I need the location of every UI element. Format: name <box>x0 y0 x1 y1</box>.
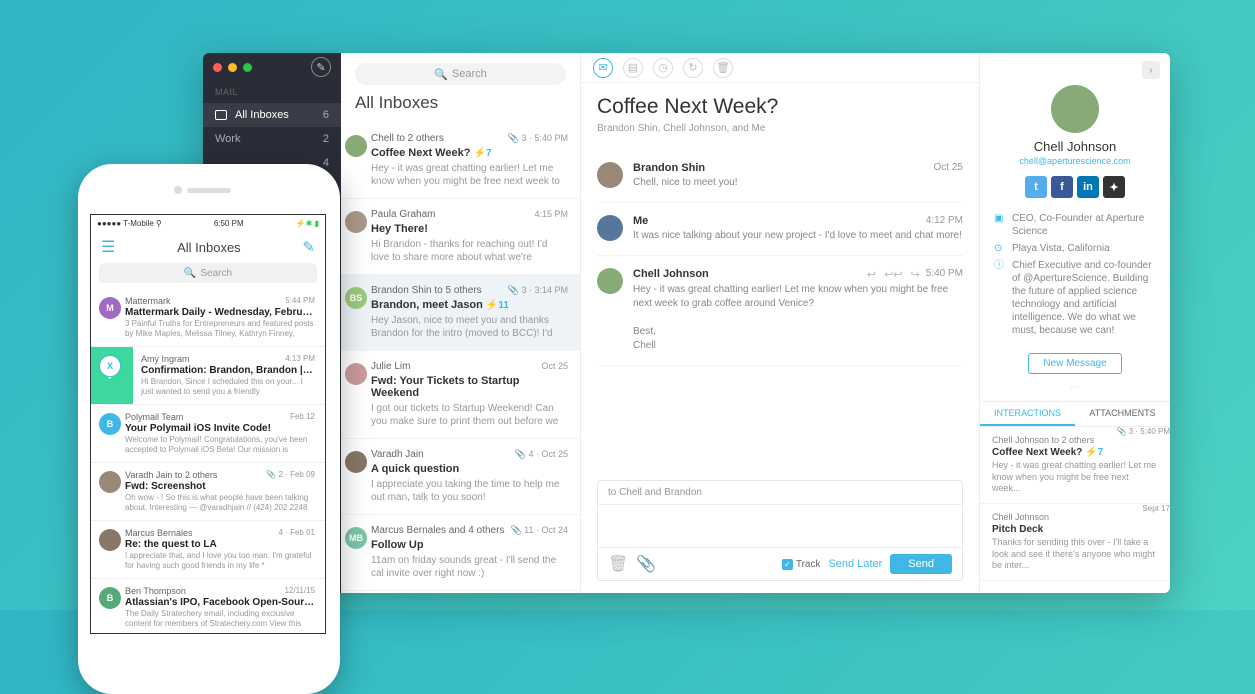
search-icon: 🔍 <box>184 268 196 279</box>
sidebar-item-count: 6 <box>323 109 329 121</box>
contact-name: Chell Johnson <box>980 139 1170 154</box>
thread-message[interactable]: Me4:12 PMIt was nice talking about your … <box>597 203 963 256</box>
social-link[interactable]: ✦ <box>1103 176 1125 198</box>
contact-pane: › Chell Johnson chell@aperturescience.co… <box>980 53 1170 593</box>
thread-pane: ✉ ▤ ◷ ↻ 🗑 Coffee Next Week? Brandon Shin… <box>581 53 980 593</box>
phone-message-item[interactable]: Marcus Bernales4 · Feb 01Re: the quest t… <box>91 521 325 579</box>
forward-icon[interactable]: ↪ <box>911 268 920 281</box>
reply-composer: to Chell and Brandon 🗑 📎 ✓Track Send Lat… <box>597 480 963 581</box>
message-item[interactable]: Paula Graham4:15 PMHey There!Hi Brandon … <box>341 199 580 275</box>
send-button[interactable]: Send <box>890 554 952 574</box>
window-titlebar: ✎ <box>203 53 341 81</box>
new-message-button[interactable]: New Message <box>1028 353 1121 374</box>
maximize-window-button[interactable] <box>243 63 252 72</box>
sidebar-item-count: 2 <box>323 133 329 145</box>
social-link[interactable]: in <box>1077 176 1099 198</box>
message-item[interactable]: BSBrandon Shin to 5 others📎 3 · 3:14 PMB… <box>341 275 580 351</box>
contact-bio: Chief Executive and co-founder of @Apert… <box>1012 259 1156 337</box>
interaction-item[interactable]: Chell JohnsonSept 17Pitch DeckThanks for… <box>980 504 1170 581</box>
contact-location: Playa Vista, California <box>1012 242 1110 255</box>
more-icon[interactable]: ⋯ <box>980 382 1170 393</box>
inbox-icon <box>215 110 227 120</box>
archive-icon[interactable]: ✉ <box>593 58 613 78</box>
sidebar-item-work[interactable]: Work 2 <box>203 127 341 151</box>
thread-participants: Brandon Shin, Chell Johnson, and Me <box>597 123 963 134</box>
location-icon: ⊙ <box>994 242 1004 255</box>
track-toggle[interactable]: ✓Track <box>782 559 821 570</box>
search-input[interactable]: 🔍 Search <box>355 63 566 85</box>
menu-icon[interactable]: ☰ <box>101 237 115 257</box>
thread-toolbar: ✉ ▤ ◷ ↻ 🗑 <box>581 53 979 83</box>
social-link[interactable]: t <box>1025 176 1047 198</box>
refresh-icon[interactable]: ↻ <box>683 58 703 78</box>
message-item[interactable]: Julie LimOct 25Fwd: Your Tickets to Star… <box>341 351 580 439</box>
trash-icon[interactable]: 🗑 <box>713 58 733 78</box>
sidebar-item-label: Work <box>215 133 240 145</box>
list-title: All Inboxes <box>355 93 566 113</box>
contact-avatar <box>1051 85 1099 133</box>
iphone-device: ●●●●●T-Mobile⚲ 6:50 PM ⚡✱ ▮ ☰ All Inboxe… <box>78 164 340 694</box>
tab-interactions[interactable]: INTERACTIONS <box>980 402 1075 426</box>
phone-message-item[interactable]: MMattermark5:44 PMMattermark Daily - Wed… <box>91 289 325 347</box>
close-window-button[interactable] <box>213 63 222 72</box>
phone-search-input[interactable]: 🔍Search <box>99 263 317 283</box>
search-icon: 🔍 <box>434 68 448 81</box>
interaction-item[interactable]: Chell Johnson to 2 others📎 3 · 5:40 PMCo… <box>980 427 1170 504</box>
reply-body-input[interactable] <box>598 505 962 547</box>
contact-email[interactable]: chell@aperturescience.com <box>980 156 1170 166</box>
briefcase-icon: ▣ <box>994 212 1004 238</box>
phone-message-item[interactable]: Varadh Jain to 2 others📎 2 · Feb 09Fwd: … <box>91 463 325 521</box>
phone-title: All Inboxes <box>115 240 302 255</box>
sidebar-item-label: All Inboxes <box>235 109 289 121</box>
sidebar-section-label: MAIL <box>203 81 341 103</box>
reply-to-field[interactable]: to Chell and Brandon <box>598 481 962 505</box>
tag-icon[interactable]: ▤ <box>623 58 643 78</box>
desktop-app-window: ✎ MAIL All Inboxes 6 Work 2 4 🔍 Search A… <box>203 53 1170 593</box>
phone-message-item[interactable]: BPolymail TeamFeb 12Your Polymail iOS In… <box>91 405 325 463</box>
message-list-pane: 🔍 Search All Inboxes Chell to 2 others📎 … <box>341 53 581 593</box>
reply-icon[interactable]: ↩ <box>867 268 876 281</box>
compose-icon[interactable]: ✎ <box>302 238 315 256</box>
sidebar-item-count: 4 <box>323 157 329 169</box>
message-item[interactable]: MBMarcus Bernales and 4 others📎 11 · Oct… <box>341 515 580 591</box>
send-later-button[interactable]: Send Later <box>828 558 882 570</box>
phone-message-item[interactable]: BBen Thompson12/11/15Atlassian's IPO, Fa… <box>91 579 325 634</box>
trash-draft-icon[interactable]: 🗑 <box>608 554 628 574</box>
phone-message-item[interactable]: ✓XAmy Ingram4:13 PMConfirmation: Brandon… <box>91 347 325 405</box>
sidebar-item-all-inboxes[interactable]: All Inboxes 6 <box>203 103 341 127</box>
contact-title: CEO, Co-Founder at Aperture Science <box>1012 212 1156 238</box>
message-item[interactable]: Varadh Jain📎 4 · Oct 25A quick questionI… <box>341 439 580 515</box>
info-icon: ⓘ <box>994 259 1004 337</box>
thread-message[interactable]: Chell Johnson↩↩↩↪5:40 PMHey - it was gre… <box>597 256 963 366</box>
status-bar: ●●●●●T-Mobile⚲ 6:50 PM ⚡✱ ▮ <box>91 215 325 231</box>
minimize-window-button[interactable] <box>228 63 237 72</box>
tab-attachments[interactable]: ATTACHMENTS <box>1075 402 1170 426</box>
thread-subject: Coffee Next Week? <box>597 95 963 119</box>
social-link[interactable]: f <box>1051 176 1073 198</box>
thread-message[interactable]: Brandon ShinOct 25Chell, nice to meet yo… <box>597 150 963 203</box>
compose-button[interactable]: ✎ <box>311 57 331 77</box>
expand-icon[interactable]: › <box>1142 61 1160 79</box>
message-item[interactable]: Chell to 2 others📎 3 · 5:40 PMCoffee Nex… <box>341 123 580 199</box>
snooze-icon[interactable]: ◷ <box>653 58 673 78</box>
attachment-icon[interactable]: 📎 <box>636 554 656 574</box>
phone-screen: ●●●●●T-Mobile⚲ 6:50 PM ⚡✱ ▮ ☰ All Inboxe… <box>90 214 326 634</box>
reply-all-icon[interactable]: ↩↩ <box>884 268 902 281</box>
